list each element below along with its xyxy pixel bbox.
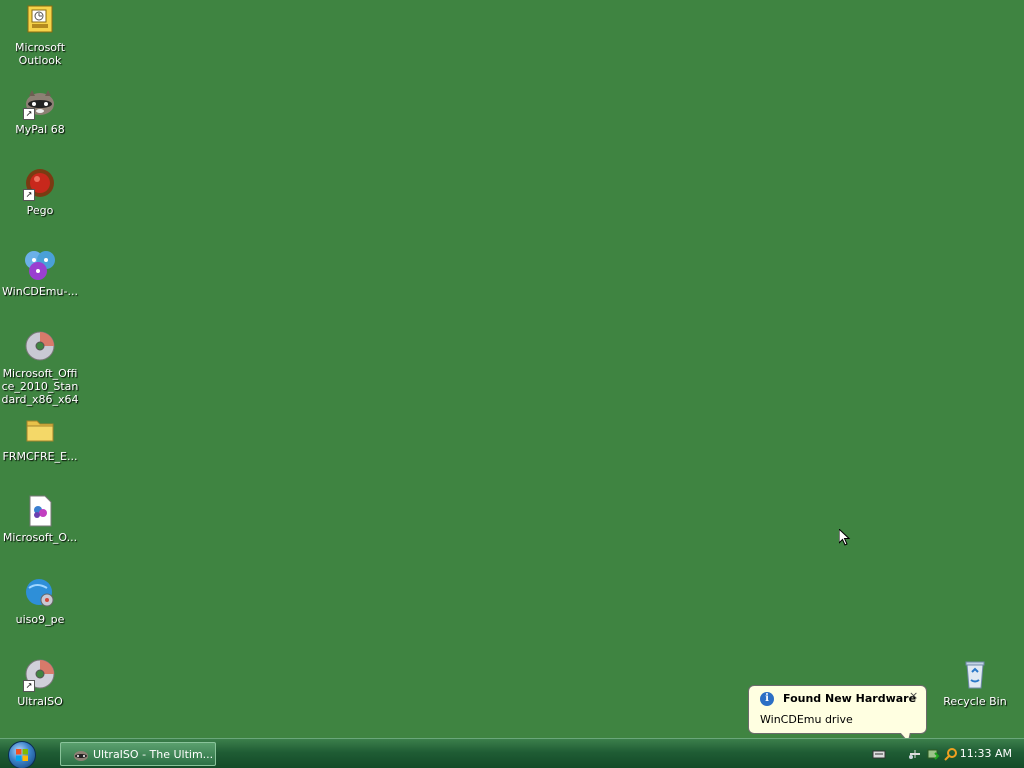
mouse-cursor-icon — [839, 529, 851, 546]
desktop-icon-recycle-bin[interactable]: Recycle Bin — [936, 658, 1014, 708]
desktop-icon-label: FRMCFRE_E... — [2, 450, 78, 463]
clock[interactable]: 11:33 AM — [960, 739, 1012, 768]
start-button[interactable] — [8, 741, 36, 768]
notification-balloon[interactable]: i Found New Hardware × WinCDEmu drive — [748, 685, 927, 743]
document-icon — [23, 494, 57, 528]
taskbar-button-label: UltraISO - The Ultim... — [93, 748, 214, 761]
desktop-icon-uiso9[interactable]: uiso9_pe — [1, 576, 79, 626]
desktop-icon-folder[interactable]: FRMCFRE_E... — [1, 413, 79, 463]
disc-image-icon — [23, 330, 57, 364]
desktop-icon-label: MyPal 68 — [15, 123, 65, 136]
shortcut-arrow-icon: ↗ — [23, 680, 35, 692]
mypal-raccoon-icon — [74, 751, 88, 761]
desktop-icon-label: Microsoft_Office_2010_Standard_x86_x64 — [1, 367, 79, 406]
folder-icon — [23, 413, 57, 447]
safely-remove-icon[interactable] — [926, 747, 940, 761]
desktop-icon-label: UltraISO — [17, 695, 63, 708]
globe-disc-icon — [23, 576, 57, 610]
shortcut-arrow-icon: ↗ — [23, 108, 35, 120]
balloon-message: WinCDEmu drive — [760, 713, 853, 726]
taskbar-button-ultraiso[interactable]: UltraISO - The Ultim... — [60, 742, 216, 766]
search-icon[interactable] — [944, 747, 958, 761]
network-icon[interactable] — [908, 747, 922, 761]
windows-flag-icon — [16, 749, 28, 761]
desktop-icon-wincdemu[interactable]: WinCDEmu-... — [1, 248, 79, 298]
info-icon: i — [760, 692, 774, 706]
desktop-icon-label: uiso9_pe — [15, 613, 65, 626]
balloon-title: Found New Hardware — [783, 692, 917, 705]
wincdemu-discs-icon — [23, 248, 57, 282]
desktop-icon-label: Pego — [26, 204, 54, 217]
mypal-raccoon-icon: ↗ — [23, 86, 57, 120]
recycle-bin-icon — [958, 658, 992, 692]
desktop-icon-mypal[interactable]: ↗ MyPal 68 — [1, 86, 79, 136]
desktop-icon-label: WinCDEmu-... — [2, 285, 78, 298]
shortcut-arrow-icon: ↗ — [23, 189, 35, 201]
taskbar: UltraISO - The Ultim... 11:33 AM — [0, 738, 1024, 768]
keyboard-icon[interactable] — [872, 747, 886, 761]
pego-icon: ↗ — [23, 167, 57, 201]
disc-icon: ↗ — [23, 658, 57, 692]
desktop-icon-label: Microsoft_O... — [2, 531, 78, 544]
desktop-icon-office-iso[interactable]: Microsoft_Office_2010_Standard_x86_x64 — [1, 330, 79, 406]
outlook-icon — [23, 4, 57, 38]
desktop-icon-outlook[interactable]: Microsoft Outlook — [1, 4, 79, 67]
desktop-icon-label: Recycle Bin — [943, 695, 1007, 708]
desktop-icon-pego[interactable]: ↗ Pego — [1, 167, 79, 217]
desktop-icon-office-doc[interactable]: Microsoft_O... — [1, 494, 79, 544]
desktop-icon-ultraiso[interactable]: ↗ UltraISO — [1, 658, 79, 708]
desktop-icon-label: Microsoft Outlook — [14, 41, 66, 67]
balloon-close-button[interactable]: × — [909, 689, 918, 702]
system-tray: 11:33 AM — [864, 739, 1024, 768]
